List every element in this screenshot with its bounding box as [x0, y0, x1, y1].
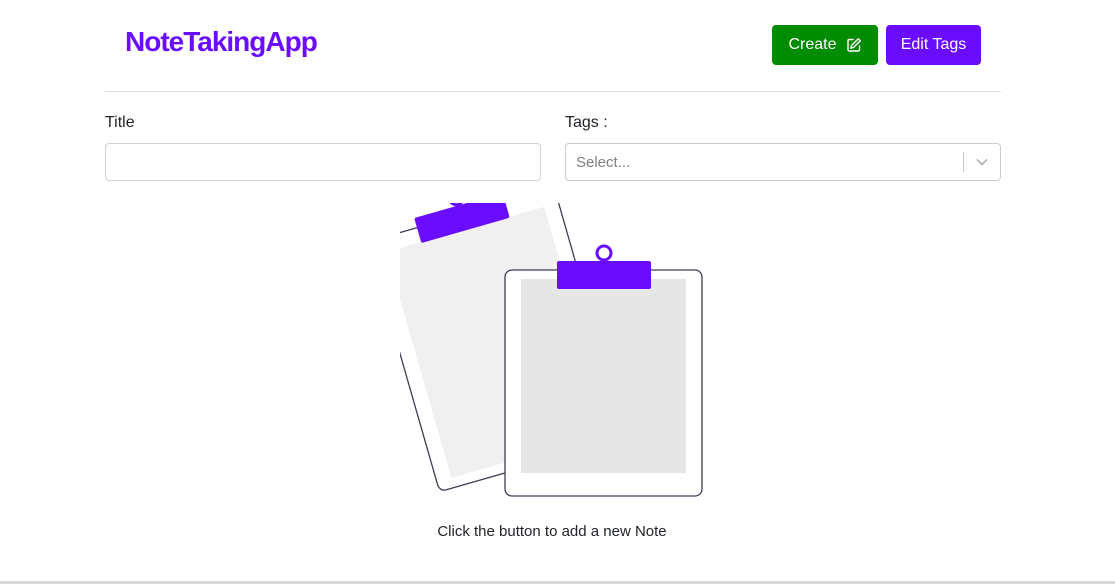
clipboards-illustration: [400, 203, 703, 497]
page: NoteTakingApp Create Edit Tags Title Tag…: [0, 0, 1115, 584]
chevron-down-icon: [976, 159, 988, 166]
navbar: NoteTakingApp Create Edit Tags: [105, 0, 1001, 92]
tags-dropdown-toggle[interactable]: [964, 144, 1000, 180]
edit-tags-button[interactable]: Edit Tags: [886, 25, 981, 65]
tags-select[interactable]: Select...: [565, 143, 1001, 181]
empty-state-message: Click the button to add a new Note: [437, 523, 667, 540]
title-input[interactable]: [105, 143, 541, 181]
app-brand[interactable]: NoteTakingApp: [125, 26, 318, 58]
title-label: Title: [105, 114, 135, 131]
pencil-square-icon: [846, 38, 861, 52]
tags-label: Tags :: [565, 114, 608, 131]
front-clipboard: [504, 244, 703, 497]
edit-tags-button-label: Edit Tags: [900, 36, 967, 53]
create-button-label: Create: [788, 36, 837, 53]
create-button[interactable]: Create: [772, 25, 878, 65]
tags-placeholder: Select...: [576, 153, 631, 171]
